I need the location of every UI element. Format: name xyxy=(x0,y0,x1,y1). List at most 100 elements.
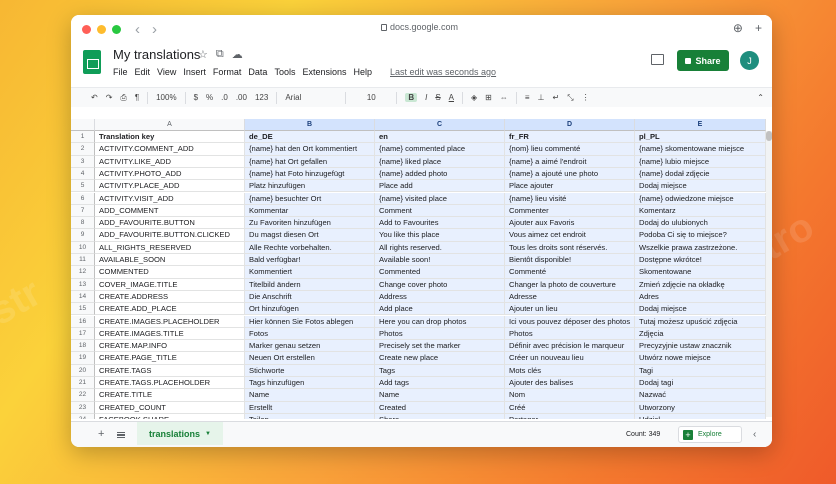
horizontal-align-icon[interactable]: ≡ xyxy=(525,93,530,102)
table-cell[interactable]: de_DE xyxy=(245,131,375,144)
table-cell[interactable]: ADD_COMMENT xyxy=(95,204,245,218)
row-number[interactable]: 15 xyxy=(71,303,95,316)
row-number[interactable]: 11 xyxy=(71,254,95,267)
table-cell[interactable]: {name} besuchter Ort xyxy=(245,192,375,205)
table-cell[interactable]: Photos xyxy=(375,327,505,341)
table-cell[interactable]: CREATE.PAGE_TITLE xyxy=(95,352,245,365)
row-number[interactable]: 4 xyxy=(71,167,95,181)
table-cell[interactable]: Vous aimez cet endroit xyxy=(505,229,635,242)
document-title[interactable]: My translations xyxy=(113,47,200,62)
table-cell[interactable]: ADD_FAVOURITE.BUTTON.CLICKED xyxy=(95,229,245,242)
selection-count[interactable]: Count: 349 xyxy=(626,431,660,438)
table-cell[interactable]: ACTIVITY.LIKE_ADD xyxy=(95,155,245,168)
table-cell[interactable]: Zdjęcia xyxy=(635,327,766,341)
table-cell[interactable]: Commenter xyxy=(505,204,635,218)
cloud-status-icon[interactable]: ☁ xyxy=(232,48,243,61)
percent-format-button[interactable]: % xyxy=(206,93,213,102)
share-button[interactable]: Share xyxy=(677,50,729,71)
paint-format-icon[interactable]: ¶ xyxy=(135,93,139,102)
fill-color-icon[interactable]: ◈ xyxy=(471,93,477,102)
table-cell[interactable]: Platz hinzufügen xyxy=(245,180,375,193)
table-cell[interactable]: COMMENTED xyxy=(95,266,245,279)
table-cell[interactable]: Add place xyxy=(375,303,505,316)
row-number[interactable]: 10 xyxy=(71,241,95,254)
table-cell[interactable]: Titelbild ändern xyxy=(245,278,375,291)
zoom-window-button[interactable] xyxy=(112,24,121,34)
table-cell[interactable]: Du magst diesen Ort xyxy=(245,229,375,242)
table-cell[interactable]: CREATE.IMAGES.TITLE xyxy=(95,327,245,341)
more-icon[interactable]: ⋮ xyxy=(582,93,590,102)
table-cell[interactable]: Alle Rechte vorbehalten. xyxy=(245,241,375,254)
row-number[interactable]: 7 xyxy=(71,204,95,218)
table-cell[interactable]: FACEBOOK.SHARE xyxy=(95,413,245,419)
table-cell[interactable]: {name} hat Ort gefallen xyxy=(245,155,375,168)
table-cell[interactable]: ALL_RIGHTS_RESERVED xyxy=(95,241,245,254)
table-cell[interactable]: Hier können Sie Fotos ablegen xyxy=(245,315,375,328)
strikethrough-button[interactable]: S xyxy=(435,93,440,102)
menu-file[interactable]: File xyxy=(113,67,128,77)
table-cell[interactable]: CREATE.TAGS xyxy=(95,364,245,377)
last-edit-link[interactable]: Last edit was seconds ago xyxy=(390,67,496,77)
table-cell[interactable]: Tags xyxy=(375,364,505,377)
menu-tools[interactable]: Tools xyxy=(274,67,295,77)
table-cell[interactable]: Commented xyxy=(375,266,505,279)
table-cell[interactable]: You like this place xyxy=(375,229,505,242)
table-cell[interactable]: Komentarz xyxy=(635,204,766,218)
table-cell[interactable]: {name} odwiedzone miejsce xyxy=(635,192,766,205)
forward-arrow-icon[interactable]: › xyxy=(152,22,157,37)
table-cell[interactable]: Ajouter des balises xyxy=(505,377,635,390)
table-cell[interactable]: Here you can drop photos xyxy=(375,315,505,328)
table-cell[interactable]: Add tags xyxy=(375,377,505,390)
table-cell[interactable]: Partager xyxy=(505,413,635,419)
menu-extensions[interactable]: Extensions xyxy=(302,67,346,77)
table-cell[interactable]: Erstellt xyxy=(245,401,375,414)
row-number[interactable]: 20 xyxy=(71,364,95,377)
vertical-scrollbar[interactable] xyxy=(766,131,772,417)
table-cell[interactable]: Utworzony xyxy=(635,401,766,414)
menu-insert[interactable]: Insert xyxy=(183,67,206,77)
table-cell[interactable]: Address xyxy=(375,290,505,304)
table-cell[interactable]: Podoba Ci się to miejsce? xyxy=(635,229,766,242)
row-number[interactable]: 3 xyxy=(71,155,95,168)
table-cell[interactable]: {name} skomentowane miejsce xyxy=(635,143,766,156)
table-cell[interactable]: Tutaj możesz upuścić zdjęcia xyxy=(635,315,766,328)
table-cell[interactable]: {name} added photo xyxy=(375,167,505,181)
table-cell[interactable]: Available soon! xyxy=(375,254,505,267)
row-number[interactable]: 6 xyxy=(71,192,95,205)
table-cell[interactable]: AVAILABLE_SOON xyxy=(95,254,245,267)
column-header-c[interactable]: C xyxy=(375,119,505,131)
table-cell[interactable]: {name} hat den Ort kommentiert xyxy=(245,143,375,156)
table-cell[interactable]: Udział xyxy=(635,413,766,419)
table-cell[interactable]: Dodaj miejsce xyxy=(635,180,766,193)
merge-cells-icon[interactable]: ⇔ xyxy=(500,93,508,102)
bold-button[interactable]: B xyxy=(405,93,418,102)
close-window-button[interactable] xyxy=(82,24,91,34)
row-number[interactable]: 2 xyxy=(71,143,95,156)
table-cell[interactable]: Precyzyjnie ustaw znacznik xyxy=(635,340,766,353)
table-cell[interactable]: fr_FR xyxy=(505,131,635,144)
table-cell[interactable]: {name} commented place xyxy=(375,143,505,156)
menu-help[interactable]: Help xyxy=(353,67,372,77)
table-cell[interactable]: Create new place xyxy=(375,352,505,365)
table-cell[interactable]: Ort hinzufügen xyxy=(245,303,375,316)
borders-icon[interactable]: ⊞ xyxy=(485,93,492,102)
redo-icon[interactable]: ↷ xyxy=(106,93,113,102)
table-cell[interactable]: Comment xyxy=(375,204,505,218)
table-cell[interactable]: Ici vous pouvez déposer des photos xyxy=(505,315,635,328)
table-cell[interactable]: Créer un nouveau lieu xyxy=(505,352,635,365)
table-cell[interactable]: {nom} lieu commenté xyxy=(505,143,635,156)
table-cell[interactable]: {name} visited place xyxy=(375,192,505,205)
table-cell[interactable]: CREATE.TAGS.PLACEHOLDER xyxy=(95,377,245,390)
decrease-decimal-button[interactable]: .0 xyxy=(221,93,228,102)
add-sheet-icon[interactable]: + xyxy=(98,428,104,440)
table-cell[interactable]: CREATE.IMAGES.PLACEHOLDER xyxy=(95,315,245,328)
table-cell[interactable]: Place add xyxy=(375,180,505,193)
table-cell[interactable]: ACTIVITY.PHOTO_ADD xyxy=(95,167,245,181)
table-cell[interactable]: ACTIVITY.COMMENT_ADD xyxy=(95,143,245,156)
table-cell[interactable]: Precisely set the marker xyxy=(375,340,505,353)
menu-data[interactable]: Data xyxy=(248,67,267,77)
table-cell[interactable]: ADD_FAVOURITE.BUTTON xyxy=(95,217,245,230)
table-cell[interactable]: Dostępne wkrótce! xyxy=(635,254,766,267)
table-cell[interactable]: Commenté xyxy=(505,266,635,279)
print-icon[interactable]: ⎙ xyxy=(120,93,126,103)
